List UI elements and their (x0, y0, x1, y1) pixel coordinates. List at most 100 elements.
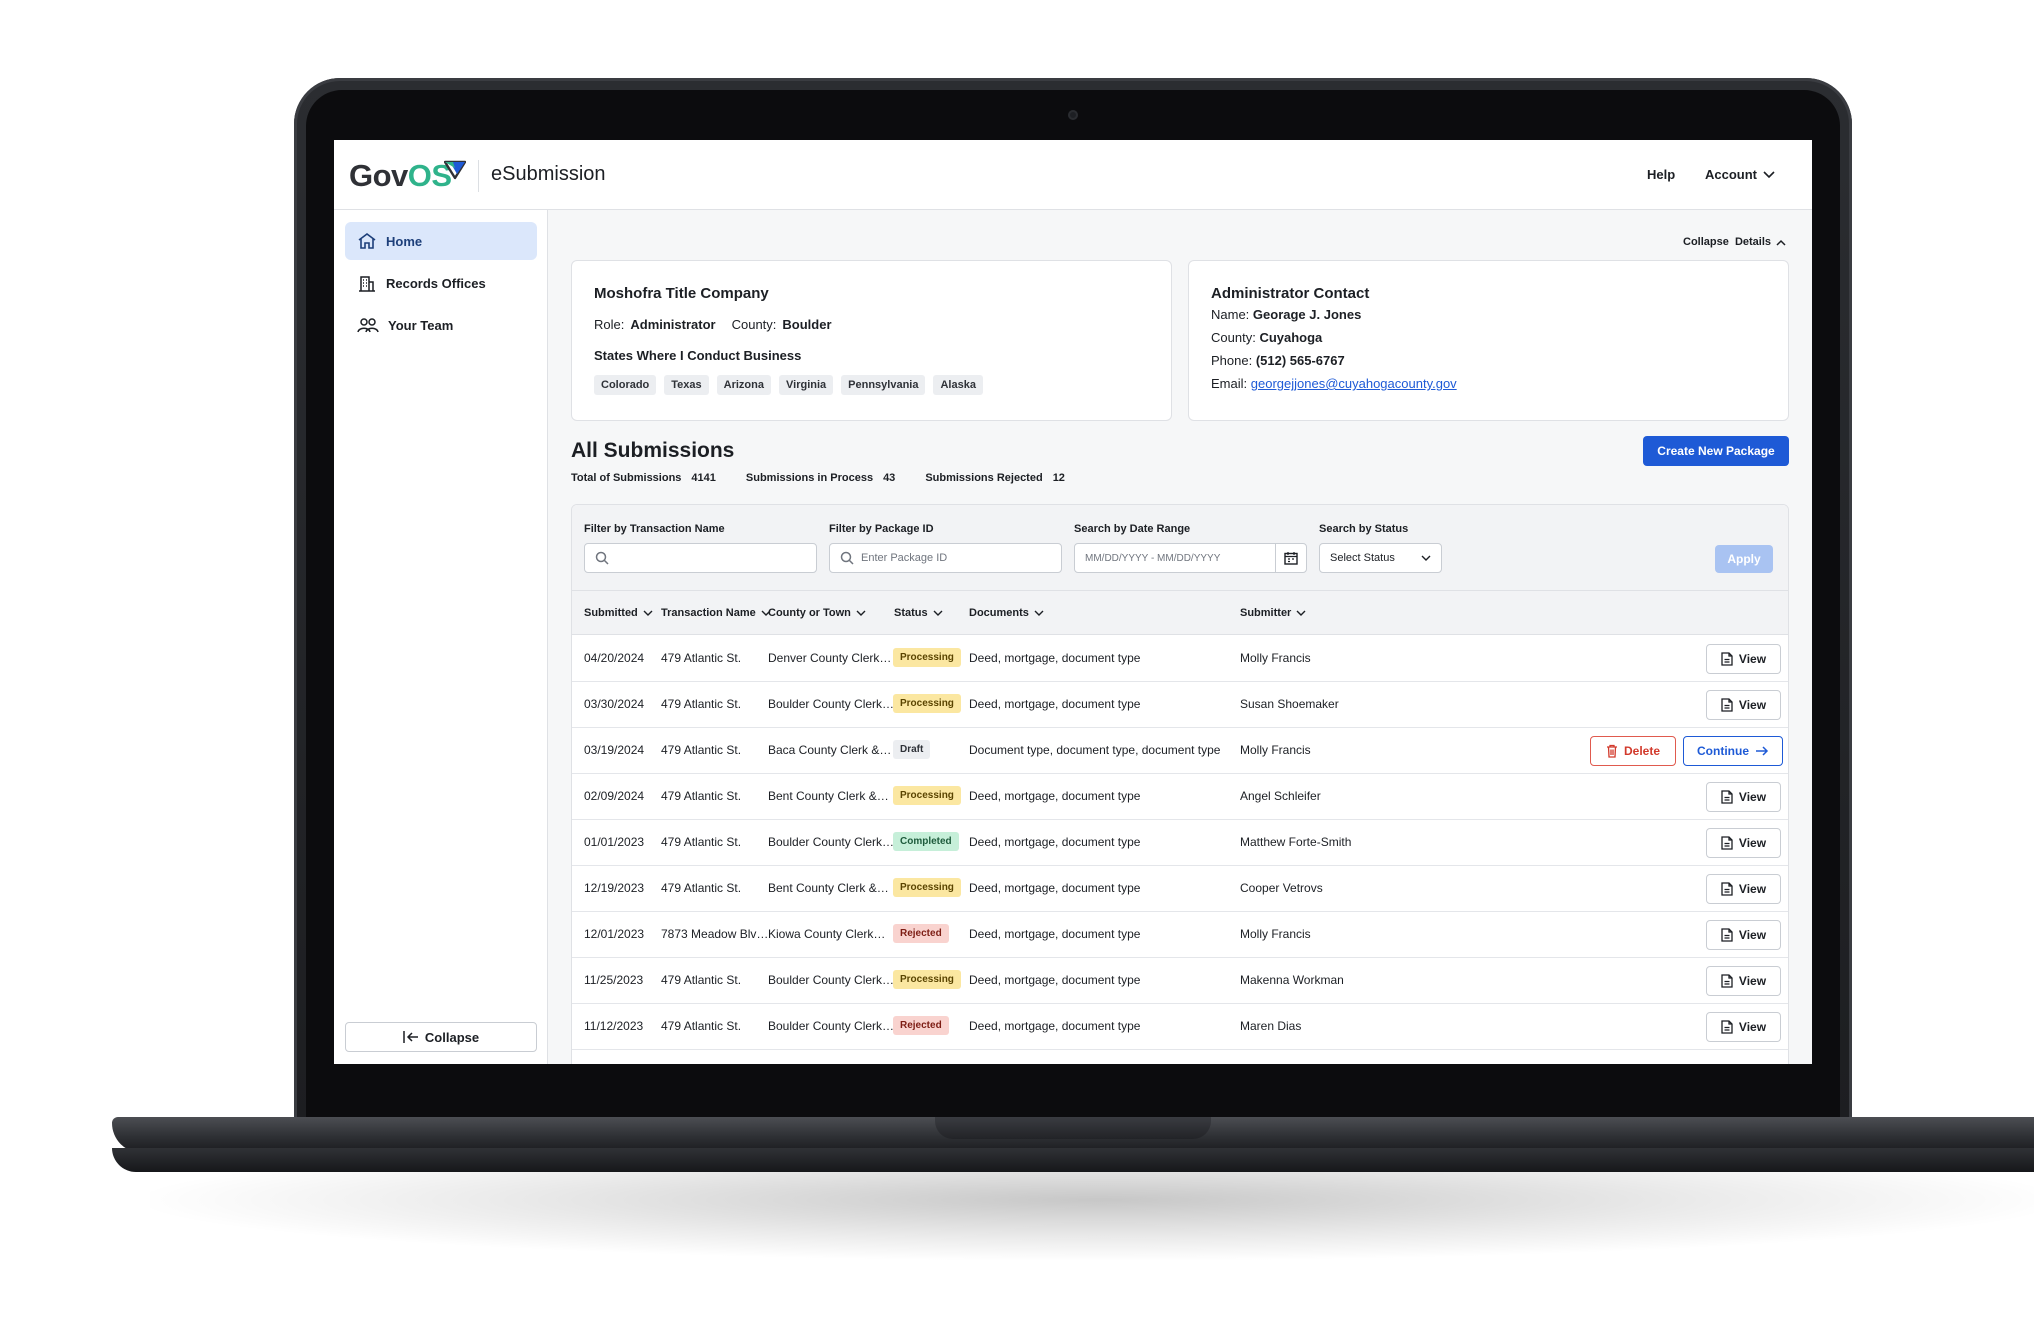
column-status[interactable]: Status (894, 607, 943, 619)
delete-button[interactable]: Delete (1590, 736, 1676, 766)
company-meta: Role: Administrator County: Boulder (594, 317, 832, 332)
calendar-icon (1284, 552, 1298, 565)
table-row[interactable]: 11/25/2023 479 Atlantic St. Boulder Coun… (572, 958, 1788, 1004)
table-row[interactable]: 03/19/2024 479 Atlantic St. Baca County … (572, 728, 1788, 774)
status-badge: Processing (893, 970, 961, 989)
date-range-input[interactable]: MM/DD/YYYY - MM/DD/YYYY (1074, 543, 1307, 573)
table-row[interactable]: 12/01/2023 7873 Meadow Blv… Kiowa County… (572, 912, 1788, 958)
package-id-input[interactable]: Enter Package ID (829, 543, 1062, 573)
view-label: View (1738, 974, 1767, 988)
column-transaction-name[interactable]: Transaction Name (661, 607, 771, 619)
trash-icon (1606, 744, 1617, 758)
govos-logo[interactable]: GovOS (349, 158, 452, 194)
status-badge: Rejected (893, 924, 949, 943)
view-button[interactable]: View (1706, 644, 1781, 674)
collapse-label: Collapse (424, 1029, 480, 1045)
cell-submitter: Angel Schleifer (1240, 789, 1321, 803)
cell-county: Bent County Clerk &… (768, 881, 889, 895)
view-label: View (1738, 1020, 1767, 1034)
cell-submitter: Susan Shoemaker (1240, 697, 1339, 711)
filter-transaction-label: Filter by Transaction Name (584, 523, 725, 535)
apply-button[interactable]: Apply (1715, 545, 1773, 573)
admin-phone-label: Phone: (1211, 353, 1253, 368)
stat-rejected-label: Submissions Rejected (925, 472, 1043, 484)
column-label: Status (894, 607, 928, 619)
cell-transaction: 479 Atlantic St. (661, 651, 742, 665)
status-badge: Completed (893, 832, 959, 851)
admin-title: Administrator Contact (1211, 285, 1370, 302)
status-badge: Processing (893, 878, 961, 897)
table-row[interactable]: 01/01/2023 479 Atlantic St. Boulder Coun… (572, 820, 1788, 866)
column-submitter[interactable]: Submitter (1240, 607, 1306, 619)
calendar-button[interactable] (1275, 544, 1306, 572)
view-button[interactable]: View (1706, 690, 1781, 720)
collapse-details-toggle[interactable]: Collapse Details (1683, 236, 1786, 248)
sidebar-collapse-button[interactable]: Collapse (345, 1022, 537, 1052)
admin-email-link[interactable]: georgejjones@cuyahogacounty.gov (1251, 376, 1457, 391)
cell-submitted: 11/12/2023 (584, 1019, 644, 1033)
admin-email-row: Email: georgejjones@cuyahogacounty.gov (1211, 376, 1457, 391)
laptop-base-lip (112, 1148, 2034, 1172)
account-menu[interactable]: Account (1705, 167, 1775, 182)
table-row[interactable]: 04/20/2024 479 Atlantic St. Denver Count… (572, 636, 1788, 682)
cell-county: Boulder County Clerk… (768, 1019, 895, 1033)
status-badge: Processing (893, 648, 961, 667)
view-button[interactable]: View (1706, 920, 1781, 950)
cell-transaction: 479 Atlantic St. (661, 697, 742, 711)
state-chip: Colorado (594, 375, 657, 395)
cell-submitter: Maren Dias (1240, 1019, 1302, 1033)
cell-transaction: 7873 Meadow Blv… (661, 927, 769, 941)
top-bar: GovOS eSubmission Help Account (334, 140, 1812, 210)
cell-documents: Deed, mortgage, document type (969, 927, 1141, 941)
view-label: View (1738, 882, 1767, 896)
cell-submitter: Makenna Workman (1240, 973, 1344, 987)
transaction-search-input[interactable] (584, 543, 817, 573)
status-select[interactable]: Select Status (1319, 543, 1442, 573)
filter-status-label: Search by Status (1319, 523, 1409, 535)
column-submitted[interactable]: Submitted (584, 607, 653, 619)
table-row[interactable]: 03/30/2024 479 Atlantic St. Boulder Coun… (572, 682, 1788, 728)
cell-submitted: 02/09/2024 (584, 789, 645, 803)
view-button[interactable]: View (1706, 828, 1781, 858)
cell-transaction: 479 Atlantic St. (661, 743, 742, 757)
app-name: eSubmission (491, 163, 606, 185)
laptop-notch (935, 1117, 1211, 1139)
admin-county-label: County: (1211, 330, 1256, 345)
admin-name-row: Name: Georage J. Jones (1211, 307, 1361, 322)
sidebar-item-home[interactable]: Home (345, 222, 537, 260)
view-label: View (1738, 790, 1767, 804)
state-chip: Texas (664, 375, 709, 395)
column-county[interactable]: County or Town (768, 607, 866, 619)
date-range-placeholder: MM/DD/YYYY - MM/DD/YYYY (1085, 552, 1221, 564)
help-link[interactable]: Help (1647, 167, 1675, 182)
stat-rejected-value: 12 (1052, 472, 1065, 484)
column-documents[interactable]: Documents (969, 607, 1044, 619)
stat-process: Submissions in Process 43 (746, 472, 895, 484)
document-icon (1721, 652, 1733, 666)
chevron-down-icon (643, 610, 653, 616)
view-button[interactable]: View (1706, 966, 1781, 996)
search-icon (595, 551, 609, 565)
filter-package-label: Filter by Package ID (829, 523, 934, 535)
table-row[interactable]: 12/19/2023 479 Atlantic St. Bent County … (572, 866, 1788, 912)
view-button[interactable]: View (1706, 1012, 1781, 1042)
column-label: Documents (969, 607, 1029, 619)
cell-county: Baca County Clerk &… (768, 743, 892, 757)
cell-documents: Deed, mortgage, document type (969, 835, 1141, 849)
role-label: Role: (594, 317, 625, 332)
states-title: States Where I Conduct Business (594, 348, 802, 363)
sidebar-item-your-team[interactable]: Your Team (345, 306, 537, 344)
status-badge: Rejected (893, 1016, 949, 1035)
sidebar-item-label: Your Team (388, 317, 454, 333)
view-button[interactable]: View (1706, 782, 1781, 812)
sidebar-item-records-offices[interactable]: Records Offices (345, 264, 537, 302)
table-row[interactable]: 11/12/2023 479 Atlantic St. Boulder Coun… (572, 1004, 1788, 1050)
view-button[interactable]: View (1706, 874, 1781, 904)
admin-contact-card: Administrator Contact Name: Georage J. J… (1188, 260, 1789, 421)
cell-documents: Deed, mortgage, document type (969, 789, 1141, 803)
home-icon (358, 233, 376, 249)
create-new-package-button[interactable]: Create New Package (1643, 436, 1789, 466)
cell-county: Denver County Clerk… (768, 651, 892, 665)
table-row[interactable]: 02/09/2024 479 Atlantic St. Bent County … (572, 774, 1788, 820)
continue-button[interactable]: Continue (1683, 736, 1783, 766)
